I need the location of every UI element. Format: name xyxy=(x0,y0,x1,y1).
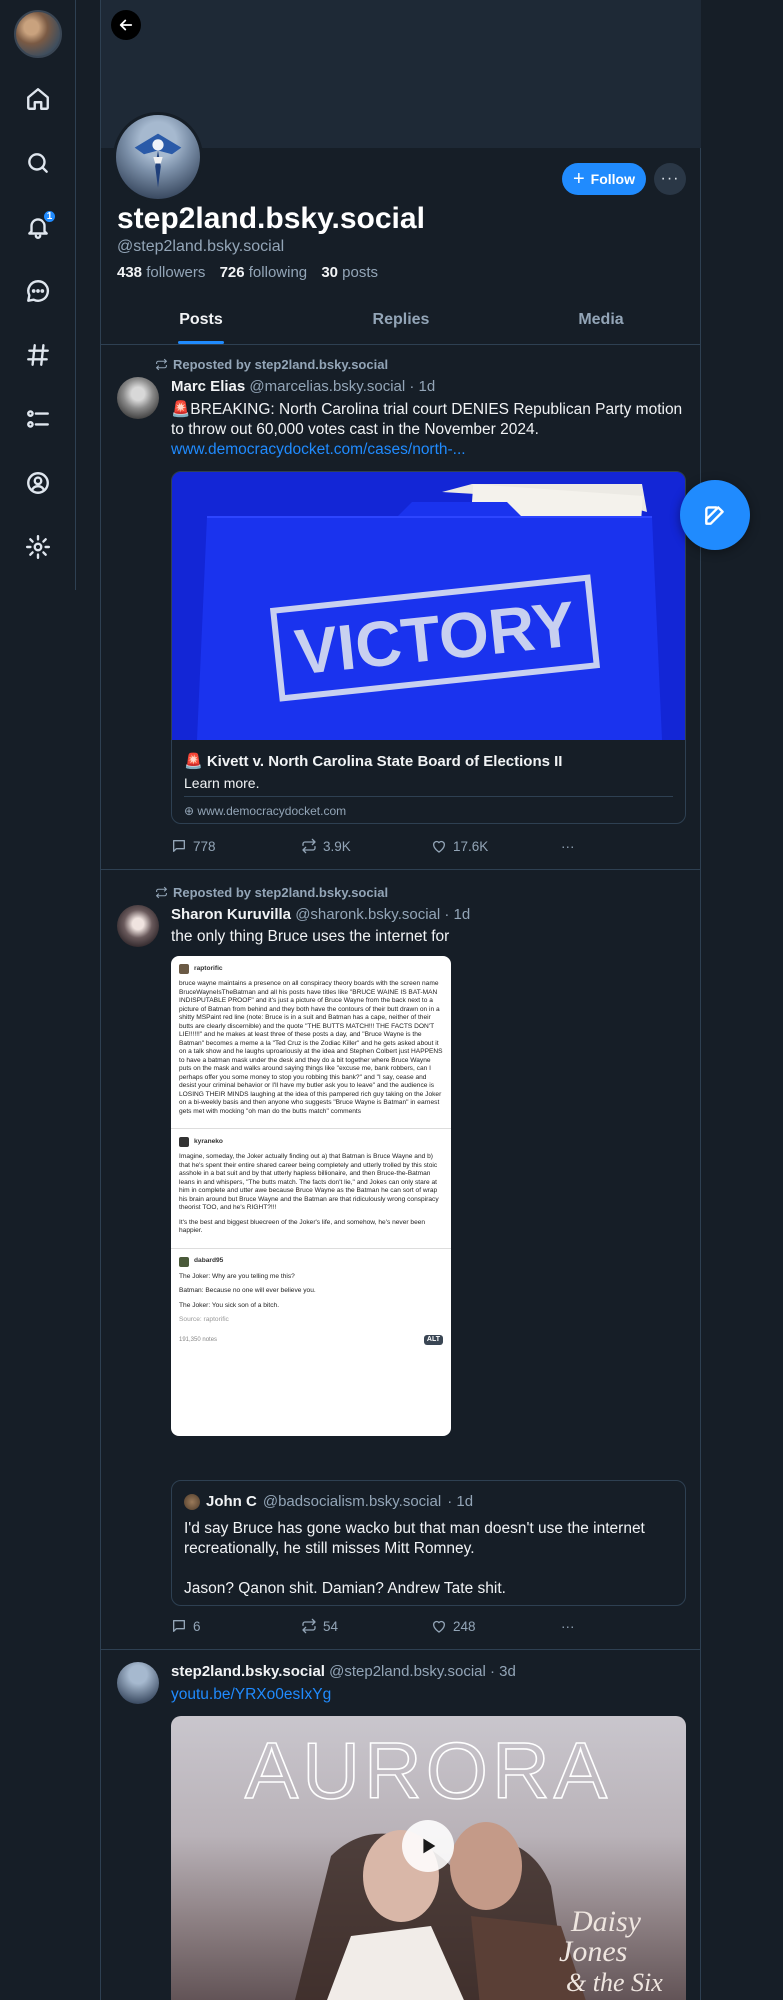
video-brand-line2: Jones xyxy=(559,1935,627,1968)
follow-label: Follow xyxy=(590,171,635,187)
post-header: Marc Elias @marcelias.bsky.social · 1d xyxy=(171,378,435,395)
heart-icon xyxy=(433,1620,445,1633)
profile-stats: 438 followers 726 following 30 posts xyxy=(117,264,378,281)
repost-indicator: Reposted by step2land.bsky.social xyxy=(155,357,388,372)
profile-display-name: step2land.bsky.social xyxy=(117,202,425,235)
notifications-bell-icon[interactable]: 1 xyxy=(22,209,57,243)
reply-button[interactable]: 6 xyxy=(171,1618,301,1634)
link-card-image: VICTORY xyxy=(172,472,685,740)
globe-icon: ⊕ xyxy=(184,804,195,818)
card-divider xyxy=(184,796,673,797)
repost-button[interactable]: 3.9K xyxy=(301,838,431,854)
quote-time: · 1d xyxy=(447,1493,474,1510)
like-button[interactable]: 17.6K xyxy=(431,838,561,854)
tab-posts[interactable]: Posts xyxy=(101,300,301,344)
post-author-name[interactable]: step2land.bsky.social xyxy=(171,1663,325,1680)
screenshot-post-3: dabard95 The Joker: Why are you telling … xyxy=(179,1256,316,1323)
post-text: the only thing Bruce uses the internet f… xyxy=(171,928,450,945)
chat-icon[interactable] xyxy=(22,275,54,307)
post-author-name[interactable]: Marc Elias xyxy=(171,378,245,395)
more-options-icon[interactable]: ··· xyxy=(654,163,686,195)
reply-icon xyxy=(173,840,185,852)
quote-text: I'd say Bruce has gone wacko but that ma… xyxy=(184,1520,645,1597)
post-author-avatar[interactable] xyxy=(117,1662,159,1704)
profile-main-column: + Follow ··· step2land.bsky.social @step… xyxy=(100,0,701,2000)
home-icon[interactable] xyxy=(22,83,54,115)
like-button[interactable]: 248 xyxy=(431,1618,561,1634)
posts-stat: 30 posts xyxy=(321,264,379,281)
post-time[interactable]: · 1d xyxy=(409,378,435,395)
screenshot-post-1: raptorific bruce wayne maintains a prese… xyxy=(171,956,451,1129)
quote-author-name: John C xyxy=(206,1493,257,1510)
repost-icon xyxy=(302,838,316,854)
post-time[interactable]: · 1d xyxy=(444,906,470,923)
hashtag-feeds-icon[interactable] xyxy=(22,339,54,371)
post-more-icon[interactable]: ··· xyxy=(561,838,575,854)
lists-icon[interactable] xyxy=(22,403,54,435)
quote-author-avatar xyxy=(184,1493,200,1510)
my-avatar[interactable] xyxy=(14,10,62,58)
quote-header: John C @badsocialism.bsky.social · 1d xyxy=(184,1493,473,1510)
video-title-text: AURORA xyxy=(245,1726,611,1815)
compose-pencil-icon xyxy=(705,506,724,525)
post-text: youtu.be/YRXo0esIxYg xyxy=(171,1685,686,1705)
post-text: 🚨BREAKING: North Carolina trial court DE… xyxy=(171,401,683,458)
reply-button[interactable]: 778 xyxy=(171,838,301,854)
feed-post[interactable]: Reposted by step2land.bsky.social Sharon… xyxy=(101,870,701,1650)
post-time[interactable]: · 3d xyxy=(490,1663,516,1680)
post-image-screenshot[interactable]: raptorific bruce wayne maintains a prese… xyxy=(171,956,451,1436)
quoted-post[interactable]: John C @badsocialism.bsky.social · 1d I'… xyxy=(171,1480,686,1606)
post-header: step2land.bsky.social @step2land.bsky.so… xyxy=(171,1663,516,1680)
link-card-description: Learn more. xyxy=(184,775,260,791)
profile-icon[interactable] xyxy=(22,467,54,499)
repost-button[interactable]: 54 xyxy=(301,1618,431,1634)
post-link[interactable]: www.democracydocket.com/cases/north-... xyxy=(171,441,466,458)
alt-text-badge[interactable]: ALT xyxy=(423,1334,443,1345)
post-header: Sharon Kuruvilla @sharonk.bsky.social · … xyxy=(171,906,470,923)
post-author-name[interactable]: Sharon Kuruvilla xyxy=(171,906,291,923)
post-more-icon[interactable]: ··· xyxy=(561,1618,575,1634)
followers-stat[interactable]: 438 followers xyxy=(117,264,205,281)
search-icon[interactable] xyxy=(22,147,54,179)
tab-replies[interactable]: Replies xyxy=(301,300,501,344)
following-stat[interactable]: 726 following xyxy=(220,264,308,281)
repost-icon xyxy=(302,1618,316,1634)
repost-icon xyxy=(155,886,168,899)
reply-icon xyxy=(173,1620,185,1632)
repost-icon xyxy=(155,358,168,371)
post-author-avatar[interactable] xyxy=(117,905,159,947)
quote-author-handle: @badsocialism.bsky.social xyxy=(262,1493,442,1510)
post-actions: 778 3.9K 17.6K ··· xyxy=(171,838,591,854)
feed-post[interactable]: Reposted by step2land.bsky.social Marc E… xyxy=(101,345,701,870)
video-brand-line1: Daisy xyxy=(570,1905,642,1938)
notifications-badge: 1 xyxy=(42,209,57,224)
post-author-handle[interactable]: @step2land.bsky.social xyxy=(329,1663,486,1680)
video-embed[interactable]: AURORA Daisy Jones & the Six xyxy=(171,1716,686,2000)
left-nav-rail: 1 xyxy=(0,0,76,590)
settings-gear-icon[interactable] xyxy=(22,531,54,563)
follow-button[interactable]: + Follow xyxy=(562,163,646,195)
heart-icon xyxy=(433,840,445,853)
profile-avatar[interactable] xyxy=(113,112,203,202)
link-card-domain: ⊕ www.democracydocket.com xyxy=(184,804,347,818)
video-brand-line3: & the Six xyxy=(566,1968,663,1997)
screenshot-post-2: kyraneko Imagine, someday, the Joker act… xyxy=(171,1129,451,1249)
plus-icon: + xyxy=(572,168,585,190)
play-icon[interactable] xyxy=(402,1820,454,1872)
post-author-handle[interactable]: @marcelias.bsky.social xyxy=(249,378,405,395)
feed-post[interactable]: step2land.bsky.social @step2land.bsky.so… xyxy=(101,1650,701,2000)
link-preview-card[interactable]: VICTORY 🚨 Kivett v. North Carolina State… xyxy=(171,471,686,824)
profile-tabs: Posts Replies Media xyxy=(101,300,701,345)
link-card-title: 🚨 Kivett v. North Carolina State Board o… xyxy=(184,753,563,770)
repost-indicator: Reposted by step2land.bsky.social xyxy=(155,885,388,900)
compose-button[interactable] xyxy=(680,480,750,550)
back-button[interactable] xyxy=(111,10,141,40)
profile-handle: @step2land.bsky.social xyxy=(117,238,285,255)
post-link[interactable]: youtu.be/YRXo0esIxYg xyxy=(171,1686,331,1703)
screenshot-footer: 191,350 notes ALT xyxy=(171,1331,451,1350)
post-actions: 6 54 248 ··· xyxy=(171,1618,591,1634)
post-author-avatar[interactable] xyxy=(117,377,159,419)
post-author-handle[interactable]: @sharonk.bsky.social xyxy=(295,906,440,923)
tab-media[interactable]: Media xyxy=(501,300,701,344)
